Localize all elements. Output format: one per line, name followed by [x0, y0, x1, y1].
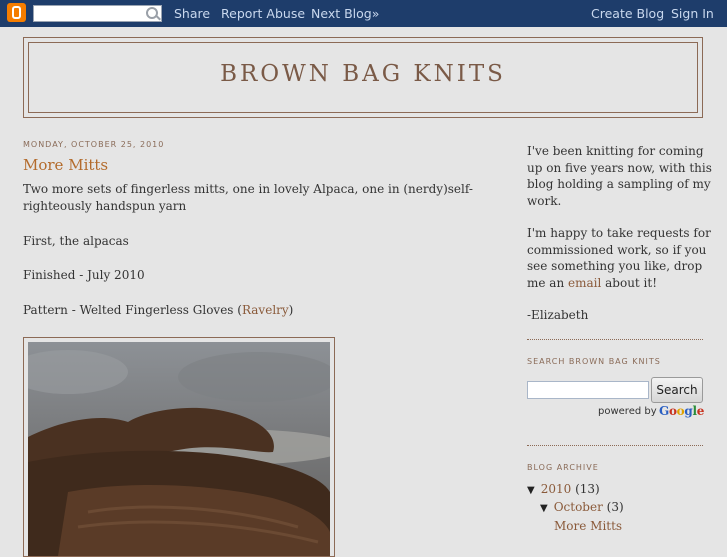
- next-blog-link[interactable]: Next Blog»: [311, 6, 379, 21]
- sign-in-link[interactable]: Sign In: [671, 6, 714, 21]
- post-title[interactable]: More Mitts: [23, 156, 108, 174]
- ravelry-link[interactable]: Ravelry: [242, 303, 289, 317]
- search-icon[interactable]: [146, 7, 158, 19]
- email-link[interactable]: email: [568, 276, 601, 290]
- expand-toggle-icon[interactable]: ▼: [527, 485, 535, 496]
- post-date: MONDAY, OCTOBER 25, 2010: [23, 140, 165, 149]
- google-logo: Google: [659, 404, 705, 418]
- sidebar-signature: -Elizabeth: [527, 308, 589, 322]
- mitts-photo[interactable]: [28, 342, 330, 556]
- blog-title[interactable]: BROWN BAG KNITS: [29, 61, 697, 87]
- post-line-alpacas: First, the alpacas: [23, 234, 129, 248]
- archive-post-link[interactable]: More Mitts: [554, 519, 622, 533]
- blogger-navbar: Share Report Abuse Next Blog» Create Blo…: [0, 0, 727, 27]
- sidebar-search-input[interactable]: [527, 381, 649, 399]
- sidebar-about-2: I'm happy to take requests for commissio…: [527, 226, 711, 290]
- archive-heading: BLOG ARCHIVE: [527, 463, 599, 472]
- search-button[interactable]: Search: [651, 377, 703, 403]
- archive-post-more-mitts: More Mitts: [554, 519, 622, 533]
- sidebar-divider: [527, 339, 703, 340]
- report-abuse-link[interactable]: Report Abuse: [221, 6, 305, 21]
- blog-header: BROWN BAG KNITS: [23, 37, 703, 118]
- navbar-search-input[interactable]: [33, 5, 162, 22]
- post-intro: Two more sets of fingerless mitts, one i…: [23, 182, 473, 213]
- post-photo-frame: [23, 337, 335, 557]
- blogger-logo-icon[interactable]: [7, 3, 26, 22]
- archive-year-2010: ▼ 2010 (13): [527, 482, 600, 496]
- create-blog-link[interactable]: Create Blog: [591, 6, 664, 21]
- search-heading: SEARCH BROWN BAG KNITS: [527, 357, 661, 366]
- post-line-pattern: Pattern - Welted Fingerless Gloves (Rave…: [23, 303, 294, 317]
- archive-month-link[interactable]: October: [554, 500, 603, 514]
- sidebar-divider: [527, 445, 703, 446]
- expand-toggle-icon[interactable]: ▼: [540, 503, 548, 514]
- sidebar-about-1: I've been knitting for coming up on five…: [527, 144, 712, 208]
- post-line-finished: Finished - July 2010: [23, 268, 145, 282]
- header-inner-border: BROWN BAG KNITS: [28, 42, 698, 113]
- archive-month-october: ▼ October (3): [540, 500, 624, 514]
- share-link[interactable]: Share: [174, 6, 210, 21]
- powered-by-label: powered by: [598, 406, 657, 417]
- archive-year-link[interactable]: 2010: [541, 482, 572, 496]
